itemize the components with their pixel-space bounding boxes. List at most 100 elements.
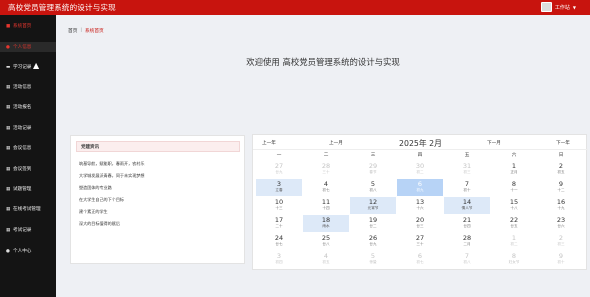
calendar-day[interactable]: 1 初二	[491, 233, 537, 250]
lunar-label: 初二	[510, 242, 518, 246]
day-number: 16	[556, 198, 566, 206]
chevron-down-icon[interactable]: ▼	[573, 5, 576, 10]
day-number: 24	[274, 234, 284, 242]
calendar-day[interactable]: 13 十六	[397, 197, 443, 214]
calendar-day[interactable]: 3 立春	[256, 179, 302, 196]
calendar-day[interactable]: 1 正月	[491, 161, 537, 178]
lunar-label: 十八	[510, 206, 518, 210]
calendar-day[interactable]: 26 廿九	[350, 233, 396, 250]
calendar-day[interactable]: 25 廿八	[303, 233, 349, 250]
lunar-label: 三十	[322, 170, 330, 174]
calendar-day[interactable]: 18 雨水	[303, 215, 349, 232]
user-menu[interactable]: 工作站 ▼	[540, 2, 576, 12]
calendar-day[interactable]: 5 惊蛰	[350, 251, 396, 268]
calendar-day[interactable]: 28 二月	[444, 233, 490, 250]
calendar-day[interactable]: 21 廿四	[444, 215, 490, 232]
weekday-label: 四	[417, 153, 423, 158]
calendar-day[interactable]: 19 廿二	[350, 215, 396, 232]
sidebar-item-exam-records[interactable]: ▦ 考试记录	[0, 225, 56, 235]
calendar-day[interactable]: 15 十八	[491, 197, 537, 214]
calendar-day-today[interactable]: 6 初九	[397, 179, 443, 196]
user-icon: ●	[6, 248, 10, 254]
news-item[interactable]: 在大学生自己的下个目标	[79, 197, 124, 203]
grid-icon: ▦	[6, 84, 11, 90]
user-name[interactable]: 工作站	[555, 4, 570, 11]
calendar-day[interactable]: 4 初五	[303, 251, 349, 268]
sidebar-item-online-exam[interactable]: ▦ 在线考试管理	[0, 204, 56, 214]
calendar-day[interactable]: 27 廿九	[256, 161, 302, 178]
sidebar-item-label: 个人中心	[13, 249, 32, 254]
lunar-label: 初八	[369, 188, 377, 192]
calendar-day[interactable]: 7 初十	[444, 179, 490, 196]
grid-icon: ▦	[6, 206, 11, 212]
calendar-day[interactable]: 4 初七	[303, 179, 349, 196]
sidebar-item-home[interactable]: ■ 系统首页	[0, 21, 56, 31]
news-item[interactable]: 大学城发展沃青春，同于未实现梦想	[79, 173, 145, 179]
calendar-day[interactable]: 17 二十	[256, 215, 302, 232]
top-bar: 高校党员管理系统的设计与实现 工作站 ▼	[0, 0, 590, 15]
calendar-day[interactable]: 14 情人节	[444, 197, 490, 214]
calendar-day[interactable]: 27 三十	[397, 233, 443, 250]
day-number: 2	[558, 234, 564, 242]
day-number: 8	[511, 180, 517, 188]
weekday-label: 三	[370, 153, 376, 158]
sidebar-item-meeting-info[interactable]: ▦ 会议信息	[0, 143, 56, 153]
news-item[interactable]: 塑造团体的专业路	[79, 185, 112, 191]
lunar-label: 十四	[322, 206, 330, 210]
day-number: 18	[321, 216, 331, 224]
calendar-day[interactable]: 9 初十	[538, 251, 584, 268]
calendar-day[interactable]: 28 三十	[303, 161, 349, 178]
calendar-day[interactable]: 10 十三	[256, 197, 302, 214]
calendar-day[interactable]: 16 十九	[538, 197, 584, 214]
day-number: 27	[415, 234, 425, 242]
calendar-day[interactable]: 3 初四	[256, 251, 302, 268]
sidebar-item-activity-records[interactable]: ▦ 活动记录	[0, 123, 56, 133]
avatar[interactable]	[540, 2, 552, 12]
breadcrumb-home[interactable]: 首页	[68, 28, 77, 34]
calendar-day[interactable]: 5 初八	[350, 179, 396, 196]
day-number: 9	[558, 252, 564, 260]
calendar-day[interactable]: 12 元宵节	[350, 197, 396, 214]
calendar-day[interactable]: 11 十四	[303, 197, 349, 214]
calendar-day[interactable]: 2 初三	[538, 233, 584, 250]
news-item[interactable]: 深大的目标值得的赋后	[79, 221, 120, 227]
sidebar-item-study-records[interactable]: ▬ 学习记录	[0, 62, 56, 72]
day-number: 13	[415, 198, 425, 206]
day-number: 8	[511, 252, 517, 260]
calendar-day[interactable]: 8 妇女节	[491, 251, 537, 268]
day-number: 4	[323, 252, 329, 260]
sidebar-item-personal-center[interactable]: ● 个人中心	[0, 246, 56, 256]
main-content: 首页 | 系统首页 欢迎使用 高校党员管理系统的设计与实现 党建资讯 筑基导航，…	[56, 15, 590, 297]
sidebar-item-label: 考试记录	[13, 228, 32, 233]
calendar-day[interactable]: 6 初七	[397, 251, 443, 268]
weekday-label: 六	[511, 153, 517, 158]
lunar-label: 初三	[463, 170, 471, 174]
calendar-divider	[253, 149, 588, 150]
lunar-label: 廿五	[510, 224, 518, 228]
calendar-day[interactable]: 2 初五	[538, 161, 584, 178]
calendar-day[interactable]: 30 初二	[397, 161, 443, 178]
news-item[interactable]: 筑基导航，赋能职，春雨开，农村乐	[79, 161, 145, 167]
calendar-day[interactable]: 8 十一	[491, 179, 537, 196]
calendar-day[interactable]: 7 初八	[444, 251, 490, 268]
lunar-label: 十二	[557, 188, 565, 192]
weekday-label: 二	[323, 153, 329, 158]
day-number: 15	[509, 198, 519, 206]
next-year-button[interactable]: 下一年	[556, 140, 570, 146]
next-month-button[interactable]: 下一月	[487, 140, 501, 146]
sidebar-item-profile[interactable]: ● 个人信息	[0, 42, 56, 52]
sidebar-item-label: 个人信息	[13, 45, 32, 50]
calendar-day[interactable]: 22 廿五	[491, 215, 537, 232]
calendar-day[interactable]: 9 十二	[538, 179, 584, 196]
sidebar-item-meeting-checkin[interactable]: ▦ 会议签到	[0, 164, 56, 174]
sidebar-item-activity-signup[interactable]: ▦ 活动报名	[0, 102, 56, 112]
news-item[interactable]: 建个素正的学生	[79, 209, 108, 215]
calendar-day[interactable]: 20 廿三	[397, 215, 443, 232]
sidebar-item-question-management[interactable]: ▦ 试题管理	[0, 184, 56, 194]
calendar-day[interactable]: 29 春节	[350, 161, 396, 178]
sidebar-item-activity-info[interactable]: ▦ 活动信息	[0, 82, 56, 92]
calendar-day[interactable]: 24 廿七	[256, 233, 302, 250]
calendar-day[interactable]: 31 初三	[444, 161, 490, 178]
calendar-day[interactable]: 23 廿六	[538, 215, 584, 232]
day-number: 1	[511, 234, 517, 242]
